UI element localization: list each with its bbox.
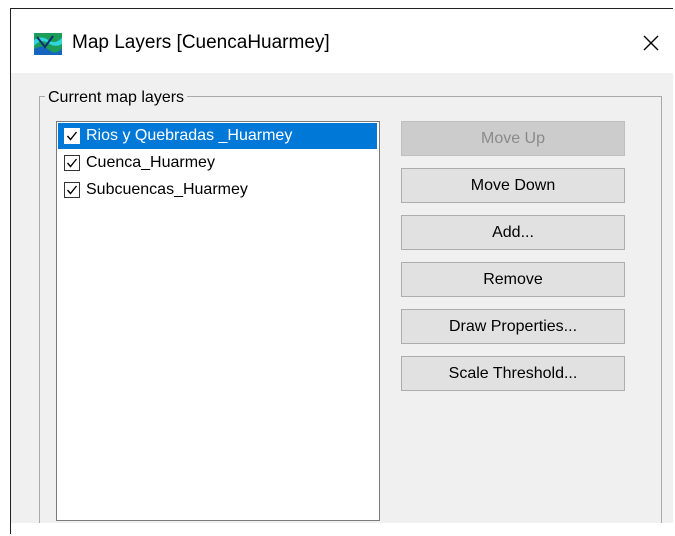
window-title: Map Layers [CuencaHuarmey]: [72, 32, 330, 53]
layer-checkbox[interactable]: [64, 155, 80, 171]
check-icon: [66, 131, 78, 141]
remove-button[interactable]: Remove: [401, 262, 625, 297]
check-icon: [66, 185, 78, 195]
draw-properties-button[interactable]: Draw Properties...: [401, 309, 625, 344]
add-button[interactable]: Add...: [401, 215, 625, 250]
layer-label: Rios y Quebradas _Huarmey: [86, 127, 293, 144]
bottom-strip: [11, 523, 673, 535]
layer-label: Subcuencas_Huarmey: [86, 181, 248, 198]
close-button[interactable]: [629, 23, 673, 63]
move-down-button[interactable]: Move Down: [401, 168, 625, 203]
layer-checkbox[interactable]: [64, 182, 80, 198]
move-up-button[interactable]: Move Up: [401, 121, 625, 156]
map-layers-icon: [33, 32, 63, 56]
layer-list[interactable]: Rios y Quebradas _Huarmey Cuenca_Huarmey…: [56, 121, 380, 521]
group-legend: Current map layers: [45, 89, 188, 107]
list-item[interactable]: Subcuencas_Huarmey: [58, 177, 377, 203]
scale-threshold-button[interactable]: Scale Threshold...: [401, 356, 625, 391]
title-bar[interactable]: Map Layers [CuencaHuarmey]: [11, 9, 673, 73]
list-item[interactable]: Rios y Quebradas _Huarmey: [58, 123, 377, 149]
layer-label: Cuenca_Huarmey: [86, 154, 215, 171]
map-layers-dialog: Map Layers [CuencaHuarmey] Current map l…: [10, 8, 673, 535]
layer-checkbox[interactable]: [64, 128, 80, 144]
close-icon: [643, 35, 659, 51]
check-icon: [66, 158, 78, 168]
list-item[interactable]: Cuenca_Huarmey: [58, 150, 377, 176]
